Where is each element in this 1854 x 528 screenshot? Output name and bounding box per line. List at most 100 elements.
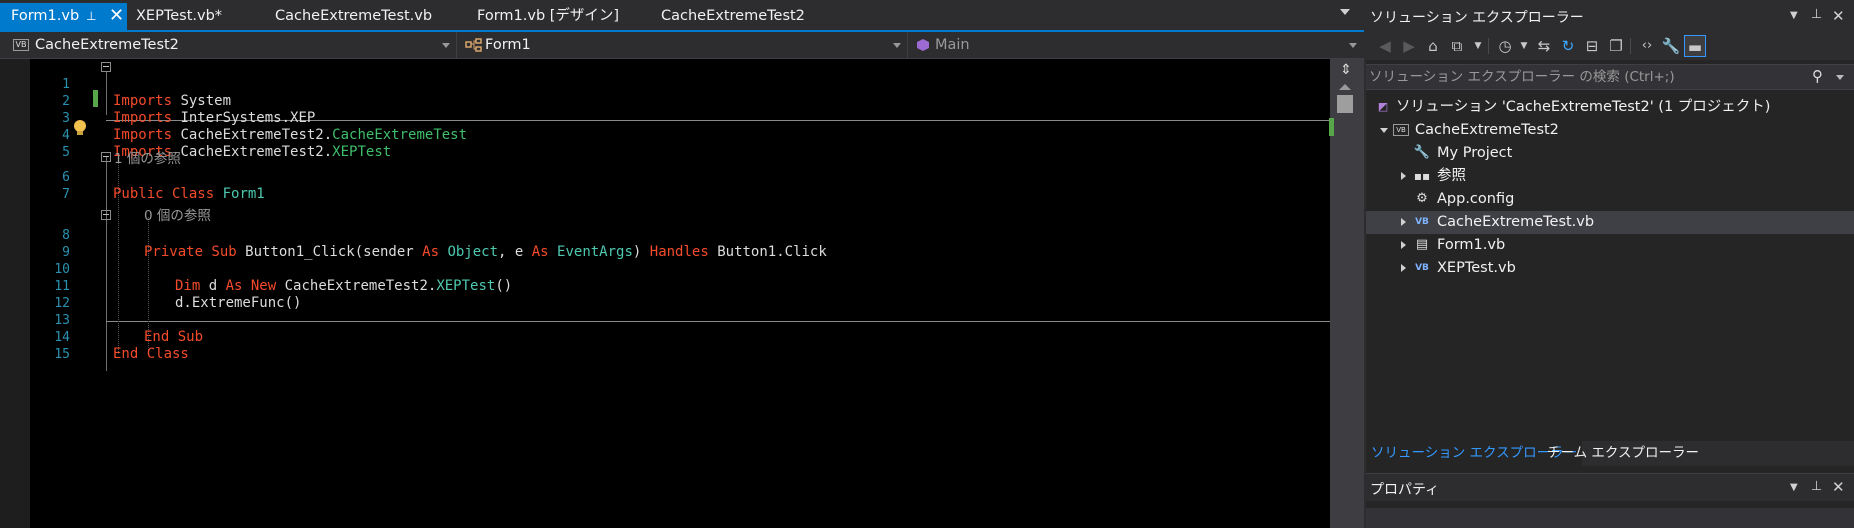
panel-title: ソリューション エクスプローラー	[1370, 10, 1584, 26]
code-line-1: 1 Imports System	[0, 59, 1330, 109]
tree-item-label: CacheExtremeTest2	[1415, 122, 1559, 138]
class-dropdown[interactable]: Form1	[457, 32, 908, 58]
panel-title: プロパティ	[1370, 482, 1440, 498]
codelens-references[interactable]: 1 個の参照	[0, 138, 1330, 166]
switch-views-icon[interactable]: ⧉	[1446, 35, 1468, 57]
collapsed-triangle-icon[interactable]	[1401, 241, 1406, 249]
tree-item-label: ソリューション 'CacheExtremeTest2' (1 プロジェクト)	[1396, 99, 1771, 115]
tree-item-cacheextremetest-vb[interactable]: VB CacheExtremeTest.vb	[1366, 211, 1854, 234]
tree-item-references[interactable]: ▪▪ 参照	[1366, 165, 1854, 188]
vb-project-icon: VB	[1393, 124, 1409, 136]
tree-item-my-project[interactable]: 🔧 My Project	[1366, 142, 1854, 165]
tab-overflow-chevron-icon[interactable]	[1340, 9, 1350, 15]
show-all-files-icon[interactable]: ❐	[1605, 35, 1627, 57]
code-line-6: 6 Public Class Form1	[0, 152, 1330, 202]
tree-item-app-config[interactable]: ⚙ App.config	[1366, 188, 1854, 211]
solution-explorer-toolbar: ◀ ▶ ⌂ ⧉ ▼ ◷ ▼ ⇆ ↻ ⊟ ❐ ‹› 🔧 ▬	[1366, 32, 1854, 60]
code-editor-pane: Form1.vb ⊥ ✕ XEPTest.vb* CacheExtremeTes…	[0, 0, 1364, 528]
close-icon[interactable]: ✕	[1832, 7, 1845, 25]
scrollbar-thumb[interactable]	[1337, 95, 1353, 113]
refresh-icon[interactable]: ↻	[1557, 35, 1579, 57]
navigation-bar: VB CacheExtremeTest2 Form1 Main	[0, 32, 1364, 59]
tree-item-solution[interactable]: ◩ ソリューション 'CacheExtremeTest2' (1 プロジェクト)	[1366, 96, 1854, 119]
home-icon[interactable]: ⌂	[1422, 35, 1444, 57]
toolbar-separator	[1630, 38, 1631, 54]
tab-cacheextremetest-vb[interactable]: CacheExtremeTest.vb	[264, 3, 432, 30]
collapse-all-icon[interactable]: ⊟	[1581, 35, 1603, 57]
solution-icon: ◩	[1377, 100, 1389, 113]
properties-titlebar: プロパティ ▼ ⊥ ✕	[1366, 473, 1854, 501]
tab-label: Form1.vb	[11, 8, 80, 24]
member-dropdown[interactable]: Main	[908, 32, 1364, 58]
tree-item-label: CacheExtremeTest.vb	[1437, 214, 1595, 230]
search-input[interactable]	[1366, 65, 1806, 89]
project-dropdown[interactable]: VB CacheExtremeTest2	[0, 32, 457, 58]
auto-hide-pin-icon[interactable]: ⊥	[1811, 479, 1822, 494]
tree-item-form1-vb[interactable]: ▤ Form1.vb	[1366, 234, 1854, 257]
auto-hide-pin-icon[interactable]: ⊥	[1811, 7, 1822, 22]
vb-project-icon: VB	[13, 39, 29, 51]
window-position-icon[interactable]: ▼	[1790, 10, 1798, 21]
collapsed-triangle-icon[interactable]	[1401, 264, 1406, 272]
tree-item-label: App.config	[1437, 191, 1515, 207]
collapsed-triangle-icon[interactable]	[1401, 172, 1406, 180]
back-icon[interactable]: ◀	[1374, 35, 1396, 57]
code-line-14: 14 End Class	[0, 312, 1330, 362]
vertical-scrollbar[interactable]	[1330, 59, 1364, 528]
window-position-icon[interactable]: ▼	[1790, 482, 1798, 493]
codelens-references[interactable]: 0 個の参照	[0, 195, 1330, 223]
tree-item-label: Form1.vb	[1437, 237, 1506, 253]
forward-icon[interactable]: ▶	[1398, 35, 1420, 57]
tree-item-xeptest-vb[interactable]: VB XEPTest.vb	[1366, 257, 1854, 280]
explorer-bottom-tabs: ソリューション エクスプローラー チーム エクスプローラー	[1366, 441, 1854, 466]
tab-form1-designer[interactable]: Form1.vb [デザイン]	[466, 3, 619, 30]
tab-label: CacheExtremeTest.vb	[275, 8, 433, 24]
tab-cacheextremetest2[interactable]: CacheExtremeTest2	[650, 3, 805, 30]
chevron-down-icon[interactable]: ▼	[1467, 35, 1489, 57]
chevron-down-icon	[1349, 43, 1357, 48]
chevron-down-icon[interactable]: ▼	[1513, 35, 1535, 57]
vb-file-icon: VB	[1415, 263, 1429, 273]
code-line-8: 8 Private Sub Button1_Click(sender As Ob…	[0, 210, 1330, 260]
close-icon[interactable]: ✕	[1832, 478, 1845, 496]
scroll-up-arrow-icon[interactable]	[1339, 84, 1351, 90]
solution-tree: ◩ ソリューション 'CacheExtremeTest2' (1 プロジェクト)…	[1366, 96, 1854, 436]
tab-xeptest-vb[interactable]: XEPTest.vb*	[125, 3, 222, 30]
code-line-2: 2 Imports InterSystems.XEP	[0, 76, 1330, 126]
code-line-7: 7	[0, 169, 1330, 202]
config-file-icon: ⚙	[1416, 191, 1428, 206]
solution-explorer-pane: ソリューション エクスプローラー ▼ ⊥ ✕ ◀ ▶ ⌂ ⧉ ▼ ◷ ▼ ⇆ ↻…	[1366, 0, 1854, 528]
search-icon[interactable]: ⚲	[1812, 67, 1823, 85]
tree-item-project[interactable]: VB CacheExtremeTest2	[1366, 119, 1854, 142]
toolbar-separator	[1488, 38, 1489, 54]
tab-team-explorer[interactable]: チーム エクスプローラー	[1542, 441, 1704, 466]
line-number: 15	[54, 347, 70, 362]
tree-item-label: My Project	[1437, 145, 1513, 161]
code-text-area[interactable]: 1 Imports System 2 Imports InterSystems.…	[0, 59, 1330, 528]
search-options-chevron-icon[interactable]	[1836, 75, 1844, 80]
pin-icon[interactable]: ⊥	[86, 3, 96, 29]
chevron-down-icon	[442, 43, 450, 48]
split-window-icon[interactable]: ⇕	[1338, 62, 1354, 78]
code-line-3: 3 Imports CacheExtremeTest2.CacheExtreme…	[0, 93, 1330, 143]
properties-wrench-icon[interactable]: 🔧	[1660, 35, 1682, 57]
code-line-15: 15	[0, 329, 1330, 362]
tab-form1-vb[interactable]: Form1.vb ⊥ ✕	[0, 3, 127, 30]
tab-label: Form1.vb [デザイン]	[477, 8, 620, 24]
properties-object-selector[interactable]	[1366, 508, 1854, 528]
code-line-9: 9	[0, 227, 1330, 260]
code-line-10: 10 Dim d As New CacheExtremeTest2.XEPTes…	[0, 244, 1330, 294]
close-icon[interactable]: ✕	[109, 3, 124, 29]
class-icon	[465, 38, 482, 52]
collapsed-triangle-icon[interactable]	[1401, 218, 1406, 226]
form-file-icon: ▤	[1415, 237, 1429, 252]
view-code-icon[interactable]: ‹›	[1636, 35, 1658, 57]
document-tab-bar: Form1.vb ⊥ ✕ XEPTest.vb* CacheExtremeTes…	[0, 0, 1364, 30]
preview-selected-items-icon[interactable]: ▬	[1684, 35, 1706, 57]
tree-item-label: 参照	[1437, 168, 1466, 184]
sync-with-document-icon[interactable]: ⇆	[1533, 35, 1555, 57]
expanded-triangle-icon[interactable]	[1380, 128, 1388, 133]
wrench-icon: 🔧	[1413, 145, 1431, 160]
references-icon: ▪▪	[1413, 169, 1431, 183]
tab-label: XEPTest.vb*	[136, 8, 223, 24]
